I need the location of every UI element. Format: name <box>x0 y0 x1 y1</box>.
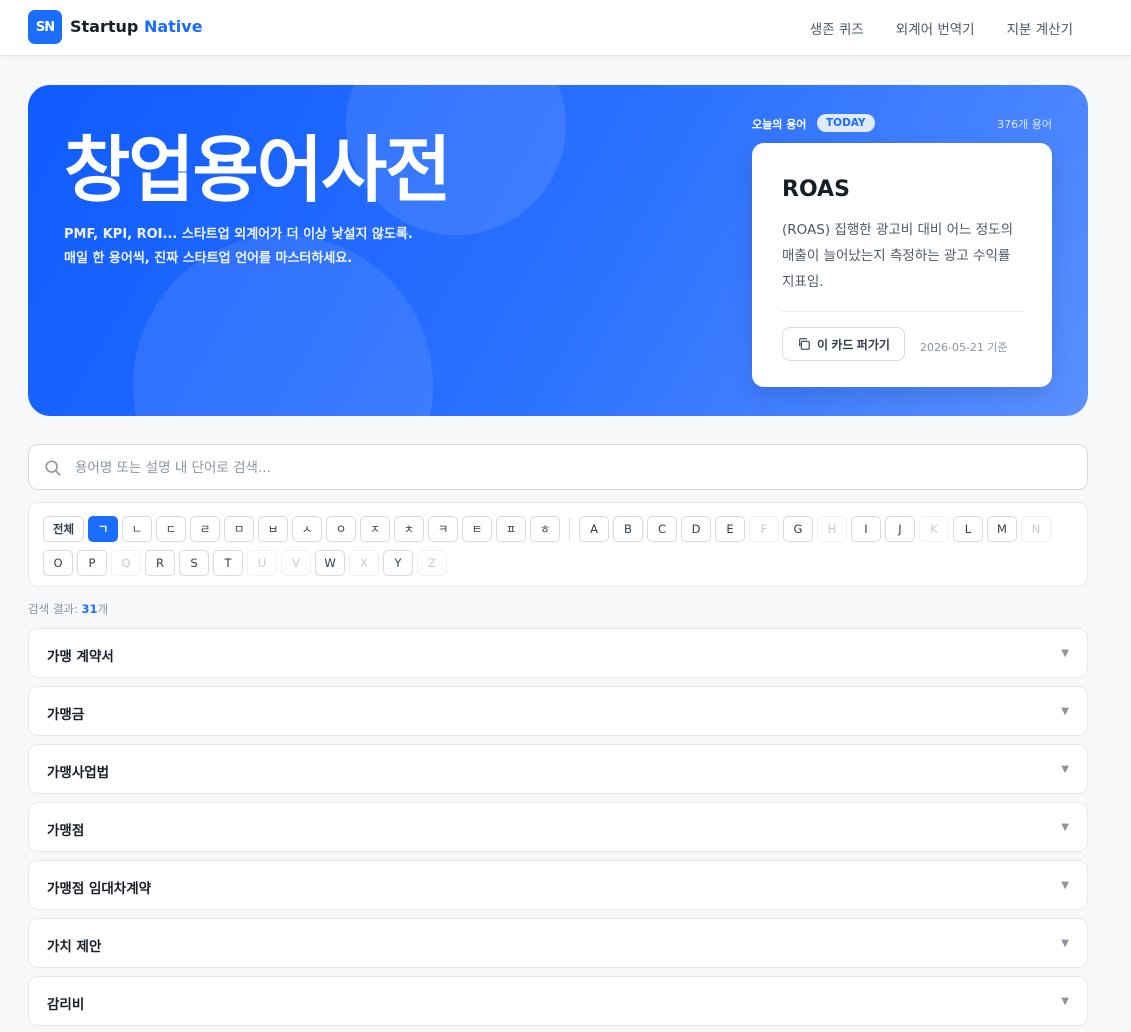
brand-main: Startup <box>70 17 139 36</box>
filter-chip-alpha[interactable]: I <box>851 516 881 542</box>
filter-chip-alpha[interactable]: P <box>77 550 107 576</box>
filter-divider <box>569 518 570 540</box>
filter-chip-alpha[interactable]: Y <box>383 550 413 576</box>
term-item-label: 가치 제안 <box>47 939 102 955</box>
term-list: 가맹 계약서 ▼ 가맹금 ▼ 가맹사업법 ▼ 가맹점 ▼ 가맹점 임대차계약 ▼ 가치 제안 ▼ 감리비… <box>28 628 1088 1032</box>
nav-jargon-translator[interactable]: 외계어 번역기 <box>896 18 975 38</box>
filter-chip-alpha: K <box>919 516 949 542</box>
term-item[interactable]: 가치 제안 ▼ <box>28 918 1088 968</box>
hero-subtitle: PMF, KPI, ROI... 스타트업 외계어가 더 이상 낯설지 않도록.… <box>64 223 413 271</box>
filter-chip-alpha: F <box>749 516 779 542</box>
filter-chip-all[interactable]: 전체 <box>43 516 84 542</box>
filter-chip-korean[interactable]: ㅍ <box>496 516 526 542</box>
filter-chip-korean[interactable]: ㄷ <box>156 516 186 542</box>
chevron-down-icon: ▼ <box>1061 648 1069 659</box>
filter-chip-korean[interactable]: ㅌ <box>462 516 492 542</box>
filter-chip-alpha[interactable]: G <box>783 516 813 542</box>
hero-subtitle-line: 매일 한 용어씩, 진짜 스타트업 언어를 마스터하세요. <box>64 251 353 266</box>
filter-row: OPQRSTUVWXYZ <box>43 550 447 576</box>
term-item[interactable]: 가맹점 임대차계약 ▼ <box>28 860 1088 910</box>
copy-icon <box>798 338 810 350</box>
page-title: 창업용어사전 <box>64 128 451 212</box>
share-card-button[interactable]: 이 카드 퍼가기 <box>782 327 905 361</box>
filter-row: 전체 ㄱㄴㄷㄹㅁㅂㅅㅇㅈㅊㅋㅌㅍㅎ A B C D E F G H I J K L M N <box>43 516 1051 542</box>
term-item[interactable]: 가맹사업법 ▼ <box>28 744 1088 794</box>
search-bar <box>28 444 1088 490</box>
chevron-down-icon: ▼ <box>1061 822 1069 833</box>
term-item-label: 감리비 <box>47 997 85 1013</box>
brand-name[interactable]: Startup Native <box>70 17 203 36</box>
filter-chip-korean[interactable]: ㅇ <box>326 516 356 542</box>
term-item-label: 가맹점 <box>47 823 85 839</box>
today-term-label: 오늘의 용어 <box>752 118 807 131</box>
hero-banner: 창업용어사전 PMF, KPI, ROI... 스타트업 외계어가 더 이상 낯… <box>28 85 1088 416</box>
term-item-label: 가맹사업법 <box>47 765 110 781</box>
hero-subtitle-line: PMF, KPI, ROI... 스타트업 외계어가 더 이상 낯설지 않도록. <box>64 227 413 242</box>
term-item-label: 가맹금 <box>47 707 85 723</box>
filter-chip-korean[interactable]: ㅊ <box>394 516 424 542</box>
term-item-label: 가맹 계약서 <box>47 649 114 665</box>
filter-chip-alpha[interactable]: O <box>43 550 73 576</box>
card-divider <box>782 311 1024 312</box>
filter-chip-alpha[interactable]: J <box>885 516 915 542</box>
filter-chip-alpha[interactable]: C <box>647 516 677 542</box>
chevron-down-icon: ▼ <box>1061 764 1069 775</box>
logo-icon[interactable]: SN <box>28 10 62 44</box>
filter-chip-alpha: H <box>817 516 847 542</box>
filter-chip-alpha[interactable]: R <box>145 550 175 576</box>
today-term-card: ROAS (ROAS) 집행한 광고비 대비 어느 정도의 매출이 늘어났는지 … <box>752 143 1052 387</box>
filter-chip-korean[interactable]: ㄱ <box>88 516 118 542</box>
filter-chip-korean[interactable]: ㅋ <box>428 516 458 542</box>
result-count-prefix: 검색 결과: <box>28 602 82 616</box>
term-item[interactable]: 가맹금 ▼ <box>28 686 1088 736</box>
filter-chip-alpha: Z <box>417 550 447 576</box>
filter-chip-korean[interactable]: ㅅ <box>292 516 322 542</box>
main-nav: 생존 퀴즈 외계어 번역기 지분 계산기 <box>810 18 1073 38</box>
result-count-suffix: 개 <box>97 602 109 616</box>
term-item[interactable]: 가맹 계약서 ▼ <box>28 628 1088 678</box>
nav-equity-calculator[interactable]: 지분 계산기 <box>1007 18 1073 38</box>
term-item-label: 가맹점 임대차계약 <box>47 881 152 897</box>
card-term: ROAS <box>782 177 850 202</box>
brand-accent: Native <box>143 17 203 36</box>
search-input[interactable] <box>75 455 1055 481</box>
filter-chip-korean[interactable]: ㅎ <box>530 516 560 542</box>
term-count: 376개 용어 <box>997 118 1052 131</box>
filter-chip-alpha[interactable]: B <box>613 516 643 542</box>
card-description: (ROAS) 집행한 광고비 대비 어느 정도의 매출이 늘어났는지 측정하는 … <box>782 222 1014 290</box>
filter-chip-alpha[interactable]: T <box>213 550 243 576</box>
chevron-down-icon: ▼ <box>1061 706 1069 717</box>
filter-chip-alpha[interactable]: S <box>179 550 209 576</box>
filter-chip-alpha: U <box>247 550 277 576</box>
filter-chip-alpha[interactable]: A <box>579 516 609 542</box>
chevron-down-icon: ▼ <box>1061 996 1069 1007</box>
term-item[interactable]: 감리비 ▼ <box>28 976 1088 1026</box>
filter-chip-alpha[interactable]: D <box>681 516 711 542</box>
filter-chip-alpha: X <box>349 550 379 576</box>
filter-chip-alpha[interactable]: W <box>315 550 345 576</box>
nav-survival-quiz[interactable]: 생존 퀴즈 <box>810 18 864 38</box>
filter-chip-korean[interactable]: ㄴ <box>122 516 152 542</box>
result-count-number: 31 <box>81 602 98 616</box>
chevron-down-icon: ▼ <box>1061 880 1069 891</box>
filter-chip-korean[interactable]: ㅈ <box>360 516 390 542</box>
filter-chip-alpha[interactable]: L <box>953 516 983 542</box>
top-navbar: SN Startup Native 생존 퀴즈 외계어 번역기 지분 계산기 <box>0 0 1131 56</box>
filter-chip-alpha[interactable]: M <box>987 516 1017 542</box>
share-card-label: 이 카드 퍼가기 <box>817 337 890 352</box>
search-icon <box>45 460 61 476</box>
filter-chip-alpha: N <box>1021 516 1051 542</box>
term-item[interactable]: 가맹점 ▼ <box>28 802 1088 852</box>
chevron-down-icon: ▼ <box>1061 938 1069 949</box>
result-count: 검색 결과: 31개 <box>28 601 108 617</box>
today-badge: TODAY <box>817 114 875 132</box>
filter-chip-alpha: V <box>281 550 311 576</box>
initial-filter-panel: 전체 ㄱㄴㄷㄹㅁㅂㅅㅇㅈㅊㅋㅌㅍㅎ A B C D E F G H I J K L M N OPQRSTUVW… <box>28 502 1088 587</box>
card-date: 2026-05-21 기준 <box>920 341 1008 354</box>
filter-chip-alpha[interactable]: E <box>715 516 745 542</box>
filter-chip-korean[interactable]: ㅂ <box>258 516 288 542</box>
filter-chip-korean[interactable]: ㄹ <box>190 516 220 542</box>
filter-chip-korean[interactable]: ㅁ <box>224 516 254 542</box>
filter-chip-alpha: Q <box>111 550 141 576</box>
